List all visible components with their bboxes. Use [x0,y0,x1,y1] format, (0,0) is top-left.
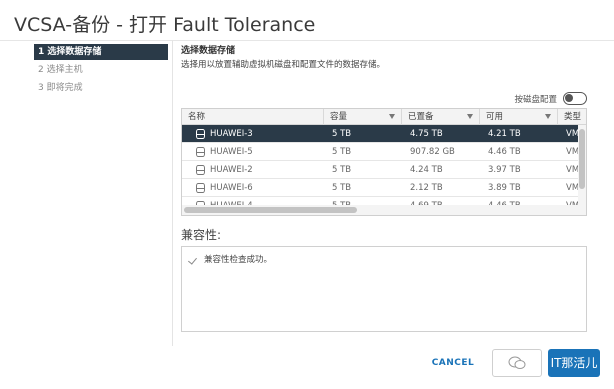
capacity-cell: 5 TB [332,147,352,157]
compatibility-panel: 兼容性检查成功。 [181,246,587,332]
section-title: 选择数据存储 [181,46,236,56]
datastore-name: HUAWEI-4 [210,197,253,205]
type-cell: VMFS [558,197,578,205]
cancel-button[interactable]: CANCEL [426,354,480,372]
free-cell: 4.46 TB [488,147,521,157]
type-cell: VMFS [566,165,578,175]
datastore-table: 名称 容量 已置备 可用 类型 HUAWEI-3 5 TB 4.75 TB 4.… [181,108,587,216]
column-header-free[interactable]: 可用 [480,109,558,125]
table-row[interactable]: HUAWEI-6 5 TB 2.12 TB 3.89 TB VMFS [182,179,578,197]
free-cell: 4.46 TB [480,197,558,205]
type-cell: VMFS [566,183,578,193]
capacity-cell: 5 TB [332,183,352,193]
steps-divider [172,40,173,346]
wizard-steps: 1 选择数据存储 2 选择主机 3 即将完成 [34,44,168,98]
table-row[interactable]: HUAWEI-2 5 TB 4.24 TB 3.97 TB VMFS [182,161,578,179]
column-header-provisioned[interactable]: 已置备 [402,109,480,125]
capacity-cell: 5 TB [324,197,402,205]
dialog-title: VCSA-备份 - 打开 Fault Tolerance [14,14,316,36]
table-header: 名称 容量 已置备 可用 类型 [182,109,586,125]
title-divider [0,40,614,41]
provisioned-cell: 4.75 TB [410,129,443,139]
vertical-scrollbar[interactable] [578,125,586,215]
type-cell: VMFS [566,129,578,139]
provisioned-cell: 4.69 TB [402,197,480,205]
table-body: HUAWEI-3 5 TB 4.75 TB 4.21 TB VMFS HUAWE… [182,125,578,205]
free-cell: 3.89 TB [488,183,521,193]
provisioned-cell: 907.82 GB [410,147,455,157]
datastore-name: HUAWEI-2 [210,165,253,175]
table-row[interactable]: HUAWEI-4 5 TB 4.69 TB 4.46 TB VMFS [182,197,578,205]
disk-config-label: 按磁盘配置 [514,95,557,105]
datastore-icon [196,183,205,193]
free-cell: 3.97 TB [488,165,521,175]
capacity-cell: 5 TB [332,129,352,139]
step-select-datastore[interactable]: 1 选择数据存储 [34,44,168,60]
back-button[interactable] [492,349,542,377]
toggle-knob [565,94,573,102]
section-description: 选择用以放置辅助虚拟机磁盘和配置文件的数据存储。 [181,60,386,70]
datastore-name: HUAWEI-5 [210,147,253,157]
datastore-name: HUAWEI-3 [210,129,253,139]
free-cell: 4.21 TB [488,129,521,139]
disk-config-toggle[interactable] [563,92,587,105]
vertical-scroll-thumb[interactable] [579,129,585,189]
compatibility-message: 兼容性检查成功。 [204,255,273,265]
table-row[interactable]: HUAWEI-3 5 TB 4.75 TB 4.21 TB VMFS [182,125,578,143]
datastore-icon [196,129,205,139]
column-header-name[interactable]: 名称 [182,109,324,125]
filter-icon[interactable] [389,114,395,119]
horizontal-scroll-thumb[interactable] [184,207,357,213]
wechat-icon [508,356,526,369]
check-icon [188,255,197,265]
filter-icon[interactable] [545,114,551,119]
disk-config-toggle-row: 按磁盘配置 [181,91,587,107]
next-button[interactable]: IT那活儿 [548,349,600,377]
provisioned-cell: 2.12 TB [410,183,443,193]
table-row[interactable]: HUAWEI-5 5 TB 907.82 GB 4.46 TB VMFS [182,143,578,161]
horizontal-scrollbar[interactable] [182,205,578,215]
column-header-type[interactable]: 类型 [558,109,586,125]
capacity-cell: 5 TB [332,165,352,175]
type-cell: VMFS [566,147,578,157]
step-ready-to-complete[interactable]: 3 即将完成 [34,80,168,96]
column-header-capacity[interactable]: 容量 [324,109,402,125]
filter-icon[interactable] [467,114,473,119]
step-select-host[interactable]: 2 选择主机 [34,62,168,78]
datastore-icon [196,147,205,157]
datastore-name: HUAWEI-6 [210,183,253,193]
datastore-icon [196,165,205,175]
provisioned-cell: 4.24 TB [410,165,443,175]
compatibility-title: 兼容性: [181,228,222,242]
main-panel: 选择数据存储 选择用以放置辅助虚拟机磁盘和配置文件的数据存储。 [181,44,587,72]
